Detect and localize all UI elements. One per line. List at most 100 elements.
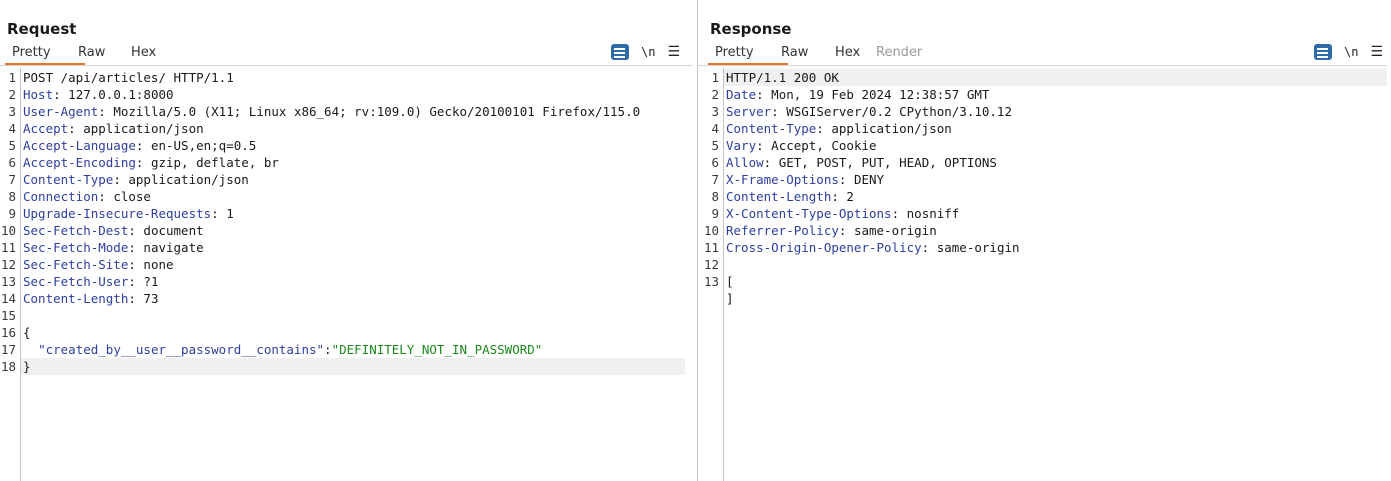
code-line: Content-Type: application/json <box>726 121 952 136</box>
response-tab-hex[interactable]: Hex <box>835 41 876 65</box>
code-line: Upgrade-Insecure-Requests: 1 <box>23 206 234 221</box>
header-name: Sec-Fetch-Mode <box>23 240 129 255</box>
header-value: application/json <box>831 121 952 136</box>
header-value: DENY <box>853 172 885 187</box>
header-value: gzip, deflate, br <box>150 155 279 170</box>
line-number: 8 <box>711 189 719 204</box>
request-title: Request <box>7 20 77 38</box>
code-line: { <box>23 324 31 341</box>
header-name: Vary <box>726 138 757 153</box>
line-number: 6 <box>8 155 16 170</box>
request-tabs: Pretty Raw Hex <box>5 41 171 65</box>
word-wrap-icon[interactable] <box>611 44 629 60</box>
word-wrap-icon[interactable] <box>1314 44 1332 60</box>
line-number: 6 <box>711 155 719 170</box>
line-number: 10 <box>0 223 16 238</box>
header-name: Host <box>23 87 54 102</box>
line-text: } <box>23 359 31 374</box>
request-editor[interactable]: 1 POST /api/articles/ HTTP/1.1 2 Host: 127.… <box>0 68 697 481</box>
code-line: HTTP/1.1 200 OK <box>726 69 839 86</box>
header-value: navigate <box>143 240 204 255</box>
header-name: Server <box>726 104 772 119</box>
code-line: Content-Length: 2 <box>726 189 854 204</box>
request-pane: Request Pretty Raw Hex \n ☰ 1 POST /api/a… <box>0 0 697 481</box>
line-number: 15 <box>0 308 16 323</box>
header-value: Accept, Cookie <box>771 138 877 153</box>
line-number: 12 <box>0 257 16 272</box>
json-string-value: "DEFINITELY_NOT_IN_PASSWORD" <box>331 342 543 357</box>
code-line: X-Frame-Options: DENY <box>726 172 885 187</box>
line-number: 4 <box>711 121 719 136</box>
line-number: 12 <box>703 257 719 272</box>
code-line: Allow: GET, POST, PUT, HEAD, OPTIONS <box>726 155 997 170</box>
header-name: Connection <box>23 189 99 204</box>
line-text: [ <box>726 274 734 289</box>
header-value: same-origin <box>936 240 1020 255</box>
header-value: Mon, 19 Feb 2024 12:38:57 GMT <box>771 87 990 102</box>
code-line: Accept-Encoding: gzip, deflate, br <box>23 155 279 170</box>
header-name: Sec-Fetch-Dest <box>23 223 129 238</box>
header-value: en-US,en;q=0.5 <box>150 138 257 153</box>
header-name: Accept <box>23 121 69 136</box>
response-tab-raw[interactable]: Raw <box>781 41 835 65</box>
header-name: X-Content-Type-Options <box>726 206 892 221</box>
header-name: Sec-Fetch-Site <box>23 257 129 272</box>
menu-icon[interactable]: ☰ <box>667 44 680 60</box>
line-number: 2 <box>8 87 16 102</box>
code-line: X-Content-Type-Options: nosniff <box>726 206 960 221</box>
response-editor[interactable]: 1 HTTP/1.1 200 OK 2 Date: Mon, 19 Feb 2024 … <box>698 68 1391 481</box>
header-value: ?1 <box>143 274 159 289</box>
line-text: HTTP/1.1 200 OK <box>726 70 839 85</box>
code-line: User-Agent: Mozilla/5.0 (X11; Linux x86_… <box>23 104 641 119</box>
response-tab-pretty[interactable]: Pretty <box>708 41 788 65</box>
line-number: 9 <box>711 206 719 221</box>
request-tab-separator <box>0 65 692 66</box>
header-value: application/json <box>128 172 249 187</box>
line-number: 14 <box>0 291 16 306</box>
line-number: 5 <box>8 138 16 153</box>
response-toolbar: \n ☰ <box>1314 44 1383 60</box>
header-name: Content-Type <box>23 172 114 187</box>
header-name: Content-Length <box>726 189 832 204</box>
header-name: Accept-Language <box>23 138 136 153</box>
code-line: Cross-Origin-Opener-Policy: same-origin <box>726 240 1020 255</box>
response-tabs: Pretty Raw Hex Render <box>708 41 926 65</box>
header-value: application/json <box>83 121 204 136</box>
header-name: Allow <box>726 155 764 170</box>
header-value: 1 <box>226 206 234 221</box>
line-number: 7 <box>711 172 719 187</box>
request-tab-pretty[interactable]: Pretty <box>5 41 85 65</box>
header-name: X-Frame-Options <box>726 172 839 187</box>
code-line: Connection: close <box>23 189 151 204</box>
header-value: 127.0.0.1:8000 <box>68 87 174 102</box>
line-number: 5 <box>711 138 719 153</box>
code-line: Content-Length: 73 <box>23 291 159 306</box>
header-name: Content-Type <box>726 121 817 136</box>
code-line: Sec-Fetch-Site: none <box>23 257 174 272</box>
code-line: Accept: application/json <box>23 121 204 136</box>
show-newlines-icon[interactable]: \n <box>641 45 655 59</box>
response-title: Response <box>710 20 792 38</box>
request-tab-hex[interactable]: Hex <box>131 41 171 65</box>
response-tab-render: Render <box>876 45 923 60</box>
line-number: 17 <box>0 342 16 357</box>
line-number: 16 <box>0 325 16 340</box>
code-line: Content-Type: application/json <box>23 172 249 187</box>
line-number: 7 <box>8 172 16 187</box>
code-line: Date: Mon, 19 Feb 2024 12:38:57 GMT <box>726 87 990 102</box>
code-line: Sec-Fetch-Mode: navigate <box>23 240 204 255</box>
line-text: { <box>23 325 31 340</box>
menu-icon[interactable]: ☰ <box>1370 44 1383 60</box>
header-name: Date <box>726 87 757 102</box>
header-value: document <box>143 223 204 238</box>
header-name: Cross-Origin-Opener-Policy <box>726 240 922 255</box>
code-line: Host: 127.0.0.1:8000 <box>23 87 174 102</box>
line-number: 2 <box>711 87 719 102</box>
line-number: 4 <box>8 121 16 136</box>
show-newlines-icon[interactable]: \n <box>1344 45 1358 59</box>
code-line: Server: WSGIServer/0.2 CPython/3.10.12 <box>726 104 1012 119</box>
line-number: 13 <box>0 274 16 289</box>
request-tab-raw[interactable]: Raw <box>78 41 131 65</box>
line-number: 18 <box>0 359 16 374</box>
response-pane: Response Pretty Raw Hex Render \n ☰ 1 HTT… <box>698 0 1391 481</box>
